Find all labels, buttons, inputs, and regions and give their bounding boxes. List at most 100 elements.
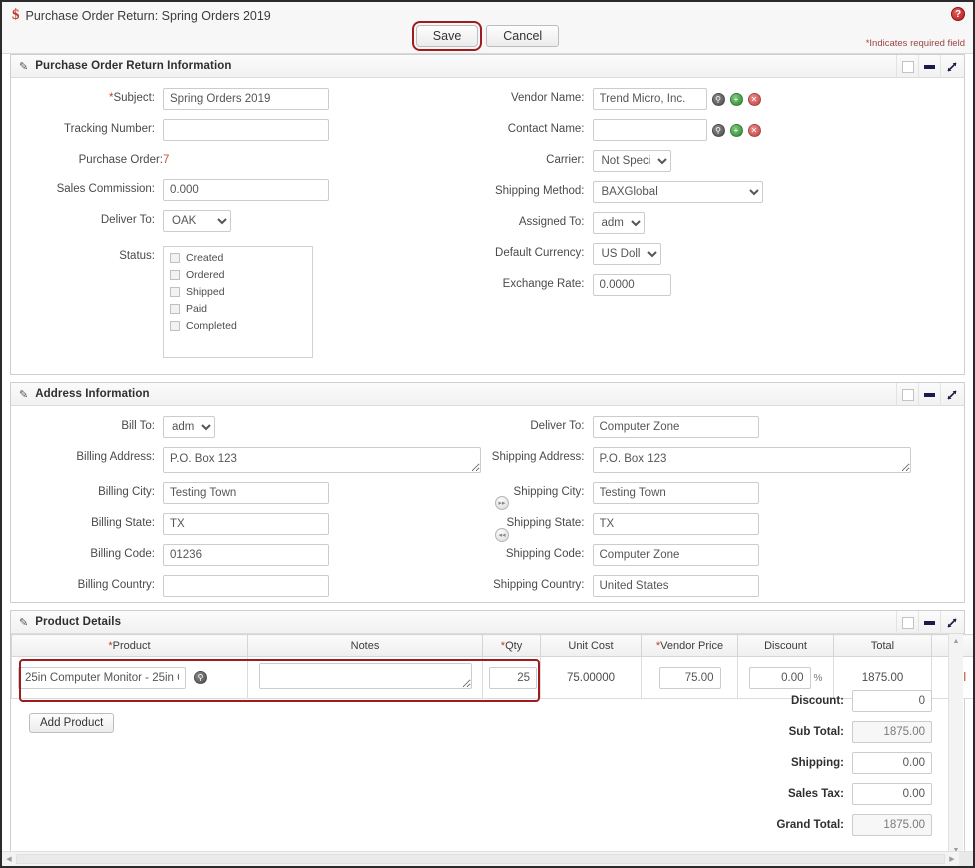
expand-arrows-icon [946, 617, 957, 628]
field-shipping-city: Shipping City: [488, 482, 965, 504]
shipping-code-input[interactable] [592, 544, 759, 566]
field-billing-country: Billing Country: [11, 575, 488, 597]
sales-commission-input[interactable] [163, 179, 329, 201]
shipping-method-select[interactable]: BAXGlobal [592, 181, 763, 203]
billing-code-input[interactable] [163, 544, 329, 566]
label-grand-total: Grand Total: [776, 819, 844, 831]
shipping-country-input[interactable] [592, 575, 759, 597]
shipping-state-input[interactable] [592, 513, 759, 535]
minimize-icon-info[interactable] [918, 55, 940, 78]
label-billing-address: Billing Address: [76, 451, 155, 463]
expand-icon-info[interactable] [940, 55, 962, 78]
product-discount-input[interactable] [748, 666, 811, 689]
panel-body-address: Bill To: admin Billing Address: P.O. Box… [11, 406, 964, 602]
shipping-city-input[interactable] [592, 482, 759, 504]
deliver-to-address-input[interactable] [592, 416, 759, 438]
expand-icon-address[interactable] [940, 383, 962, 406]
cell-qty [482, 656, 541, 699]
checkbox-icon[interactable] [170, 304, 180, 314]
product-vendor-price-input[interactable] [658, 666, 721, 689]
page-horizontal-scrollbar[interactable]: ◀ ▶ [2, 851, 973, 866]
product-qty-input[interactable] [489, 666, 537, 689]
billing-country-input[interactable] [163, 575, 329, 597]
search-icon[interactable]: ⚲ [194, 671, 207, 684]
assigned-to-select[interactable]: admin [592, 212, 645, 234]
total-row-grand-total: Grand Total: [702, 814, 932, 836]
expand-arrows-icon [946, 61, 957, 72]
totals-discount-input[interactable] [852, 690, 932, 712]
checkbox-icon[interactable] [170, 321, 180, 331]
status-multiselect[interactable]: Created Ordered Shipped Paid Completed [163, 246, 313, 358]
search-icon[interactable]: ⚲ [711, 123, 725, 137]
minimize-icon-address[interactable] [918, 383, 940, 406]
top-toolbar: $ Purchase Order Return: Spring Orders 2… [2, 2, 973, 54]
info-left-column: *Subject: Tracking Number: Purchase Orde… [11, 88, 488, 367]
totals-shipping-input[interactable] [852, 752, 932, 774]
cancel-button[interactable]: Cancel [486, 25, 560, 47]
panel-product-details: ✎ Product Details *Product Notes *Qty Un… [10, 610, 973, 858]
label-default-currency: Default Currency: [495, 247, 585, 259]
search-icon[interactable]: ⚲ [711, 92, 725, 106]
field-shipping-country: Shipping Country: [488, 575, 965, 597]
label-bill-to: Bill To: [121, 420, 155, 432]
deliver-to-select[interactable]: OAK [163, 210, 231, 232]
checkbox-icon[interactable] [170, 287, 180, 297]
exchange-rate-input[interactable] [592, 274, 671, 296]
expand-arrows-icon [946, 389, 957, 400]
select-panel-checkbox-info[interactable] [896, 55, 918, 78]
save-button[interactable]: Save [411, 21, 483, 51]
clear-icon[interactable]: ✕ [747, 92, 761, 106]
clear-icon[interactable]: ✕ [747, 123, 761, 137]
billing-city-input[interactable] [163, 482, 329, 504]
select-panel-checkbox-products[interactable] [896, 611, 918, 634]
label-sales-commission: Sales Commission: [56, 183, 155, 195]
status-option-ordered[interactable]: Ordered [170, 269, 306, 281]
copy-shipping-to-billing-button[interactable]: ◂◂ [495, 528, 509, 542]
status-option-shipped[interactable]: Shipped [170, 286, 306, 298]
vendor-name-input[interactable] [592, 88, 707, 110]
carrier-select[interactable]: Not Specifie [592, 150, 671, 172]
product-name-input[interactable] [18, 666, 186, 689]
label-shipping: Shipping: [790, 757, 844, 769]
scroll-up-icon[interactable]: ▲ [949, 634, 963, 648]
status-option-completed[interactable]: Completed [170, 320, 306, 332]
help-icon[interactable]: ? [951, 7, 965, 21]
expand-icon-products[interactable] [940, 611, 962, 634]
default-currency-select[interactable]: US Dolla [592, 243, 661, 265]
minimize-icon-products[interactable] [918, 611, 940, 634]
totals-sales-tax-input[interactable] [852, 783, 932, 805]
total-row-discount: Discount: [702, 690, 932, 712]
checkbox-icon[interactable] [170, 270, 180, 280]
bill-to-select[interactable]: admin [163, 416, 215, 438]
billing-address-textarea[interactable]: P.O. Box 123 [163, 447, 481, 473]
billing-state-input[interactable] [163, 513, 329, 535]
field-tracking-number: Tracking Number: [11, 119, 488, 141]
checkbox-icon[interactable] [170, 253, 180, 263]
status-option-created[interactable]: Created [170, 252, 306, 264]
panel-title-info: Purchase Order Return Information [35, 60, 232, 72]
status-option-paid[interactable]: Paid [170, 303, 306, 315]
subject-input[interactable] [163, 88, 329, 110]
tracking-number-input[interactable] [163, 119, 329, 141]
scroll-left-icon[interactable]: ◀ [2, 855, 16, 863]
horizontal-scroll-thumb[interactable] [16, 854, 945, 864]
add-icon[interactable]: + [729, 92, 743, 106]
select-panel-checkbox-address[interactable] [896, 383, 918, 406]
add-product-button[interactable]: Add Product [29, 713, 115, 733]
product-details-vertical-scrollbar[interactable]: ▲ ▼ [948, 634, 963, 857]
shipping-address-textarea[interactable]: P.O. Box 123 [592, 447, 911, 473]
panel-purchase-order-return-information: ✎ Purchase Order Return Information *Sub… [10, 54, 965, 375]
label-sub-total: Sub Total: [788, 726, 844, 738]
col-total: Total [833, 634, 932, 657]
field-carrier: Carrier: Not Specifie [488, 150, 965, 172]
label-shipping-code: Shipping Code: [505, 548, 585, 560]
copy-billing-to-shipping-button[interactable]: ▸▸ [495, 496, 509, 510]
product-notes-textarea[interactable] [258, 663, 472, 689]
contact-name-input[interactable] [592, 119, 707, 141]
page-title-text: Purchase Order Return: Spring Orders 201… [25, 8, 271, 23]
scroll-right-icon[interactable]: ▶ [945, 855, 959, 863]
label-shipping-method: Shipping Method: [494, 185, 585, 197]
label-billing-city: Billing City: [98, 486, 155, 498]
add-icon[interactable]: + [729, 123, 743, 137]
status-option-label: Ordered [186, 269, 225, 281]
